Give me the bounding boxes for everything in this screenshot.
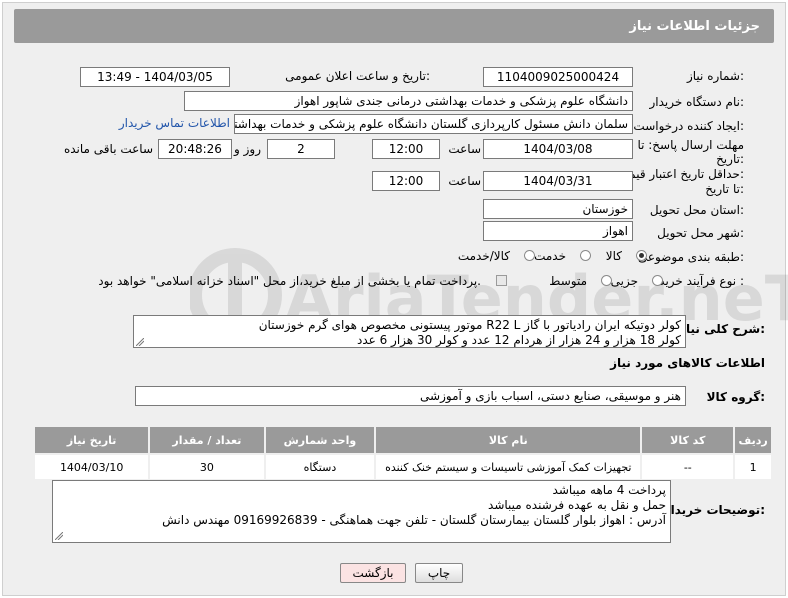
col-code: کد کالا (640, 425, 736, 455)
goods-group-label: گروه کالا: (706, 390, 765, 404)
col-name: نام کالا (374, 425, 643, 455)
buyer-label: نام دستگاه خریدار: (649, 95, 745, 109)
cell-unit: دستگاه (263, 453, 377, 481)
category-radio-goods[interactable] (636, 250, 647, 261)
deadline-date-field: 1404/03/08 (483, 139, 633, 159)
resize-grip-icon[interactable] (55, 532, 63, 540)
process-label: نوع فرآیند خرید : (659, 274, 744, 288)
announce-field: 1404/03/05 - 13:49 (80, 67, 230, 87)
remaining-time-field: 20:48:26 (158, 139, 232, 159)
buyer-notes-textarea[interactable]: پرداخت 4 ماهه میباشد حمل و نقل به عهده ف… (52, 480, 671, 543)
description-line-2: کولر 18 هزار و 24 هزار از هردام 12 عدد و… (356, 333, 681, 347)
validity-label-1: حداقل تاریخ اعتبار قیمت: (617, 167, 744, 181)
category-option-goods: کالا (605, 249, 622, 263)
cell-date: 1404/03/10 (32, 453, 151, 481)
category-label: طبقه بندی موضوعی: (637, 250, 744, 264)
remaining-label: ساعت باقی مانده (63, 142, 153, 156)
creator-label: ایجاد کننده درخواست: (633, 119, 744, 133)
buyer-notes-line-1: پرداخت 4 ماهه میباشد (552, 483, 666, 497)
need-number-label: شماره نیاز: (686, 69, 744, 83)
col-unit: واحد شمارش (263, 425, 377, 455)
description-label: شرح کلی نیاز: (679, 322, 765, 336)
city-label: شهر محل تحویل: (657, 226, 744, 240)
category-option-both: کالا/خدمت (457, 249, 510, 263)
page-title: جزئیات اطلاعات نیاز (629, 19, 760, 34)
goods-table-header: ردیف کد کالا نام کالا واحد شمارش تعداد /… (32, 425, 773, 455)
buyer-field: دانشگاه علوم پزشکی و خدمات بهداشتی درمان… (184, 91, 633, 111)
validity-time-label: ساعت (448, 174, 481, 188)
deadline-label-1: مهلت ارسال پاسخ: تا (637, 138, 744, 152)
announce-label: تاریخ و ساعت اعلان عمومی: (285, 69, 430, 83)
goods-table: ردیف کد کالا نام کالا واحد شمارش تعداد /… (32, 425, 773, 481)
province-field: خوزستان (483, 199, 633, 219)
validity-time-field: 12:00 (372, 171, 440, 191)
treasury-checkbox[interactable] (496, 275, 507, 286)
col-date: تاریخ نیاز (32, 425, 151, 455)
category-option-service: خدمت (534, 249, 566, 263)
description-line-1: کولر دوتیکه ایران رادیاتور با گاز R22 L … (258, 318, 681, 332)
back-button[interactable]: بازگشت (340, 563, 406, 583)
cell-code: -- (640, 453, 736, 481)
goods-section-title: اطلاعات کالاهای مورد نیاز (610, 356, 765, 370)
validity-date-field: 1404/03/31 (483, 171, 633, 191)
col-quantity: تعداد / مقدار (148, 425, 266, 455)
deadline-time-label: ساعت (448, 142, 481, 156)
buyer-notes-line-3: آدرس : اهواز بلوار گلستان بیمارستان گلست… (162, 513, 666, 527)
cell-name: تجهیزات کمک آموزشی تاسیسات و سیستم خنک ک… (374, 453, 643, 481)
cell-row: 1 (733, 453, 773, 481)
buyer-notes-label: توضیحات خریدار: (663, 503, 765, 517)
buyer-notes-line-2: حمل و نقل به عهده فرشنده میباشد (488, 498, 666, 512)
table-row: 1 -- تجهیزات کمک آموزشی تاسیسات و سیستم … (32, 453, 773, 481)
category-radio-service[interactable] (580, 250, 591, 261)
process-option-medium: متوسط (549, 274, 587, 288)
remaining-days-field: 2 (267, 139, 335, 159)
cell-quantity: 30 (148, 453, 266, 481)
process-radio-minor[interactable] (652, 275, 663, 286)
province-label: استان محل تحویل: (649, 203, 744, 217)
buyer-contact-link[interactable]: اطلاعات تماس خریدار (119, 116, 230, 130)
days-label: روز و (234, 142, 261, 156)
process-radio-medium[interactable] (601, 275, 612, 286)
treasury-note: پرداخت تمام یا بخشی از مبلغ خرید،از محل … (98, 274, 481, 288)
resize-grip-icon[interactable] (136, 338, 144, 346)
creator-field: سلمان دانش مسئول کارپردازی گلستان دانشگا… (234, 114, 633, 134)
goods-group-field: هنر و موسیقی، صنایع دستی، اسباب بازی و آ… (135, 386, 686, 406)
print-button[interactable]: چاپ (415, 563, 463, 583)
col-row: ردیف (733, 425, 773, 455)
city-field: اهواز (483, 221, 633, 241)
process-option-minor: جزیی (610, 274, 638, 288)
validity-label-2: تا تاریخ: (705, 182, 744, 196)
need-number-field: 1104009025000424 (483, 67, 633, 87)
category-radio-both[interactable] (524, 250, 535, 261)
deadline-time-field: 12:00 (372, 139, 440, 159)
header-bar: جزئیات اطلاعات نیاز (14, 9, 774, 43)
description-textarea[interactable]: کولر دوتیکه ایران رادیاتور با گاز R22 L … (133, 315, 686, 348)
deadline-label-2: تاریخ: (716, 152, 744, 166)
